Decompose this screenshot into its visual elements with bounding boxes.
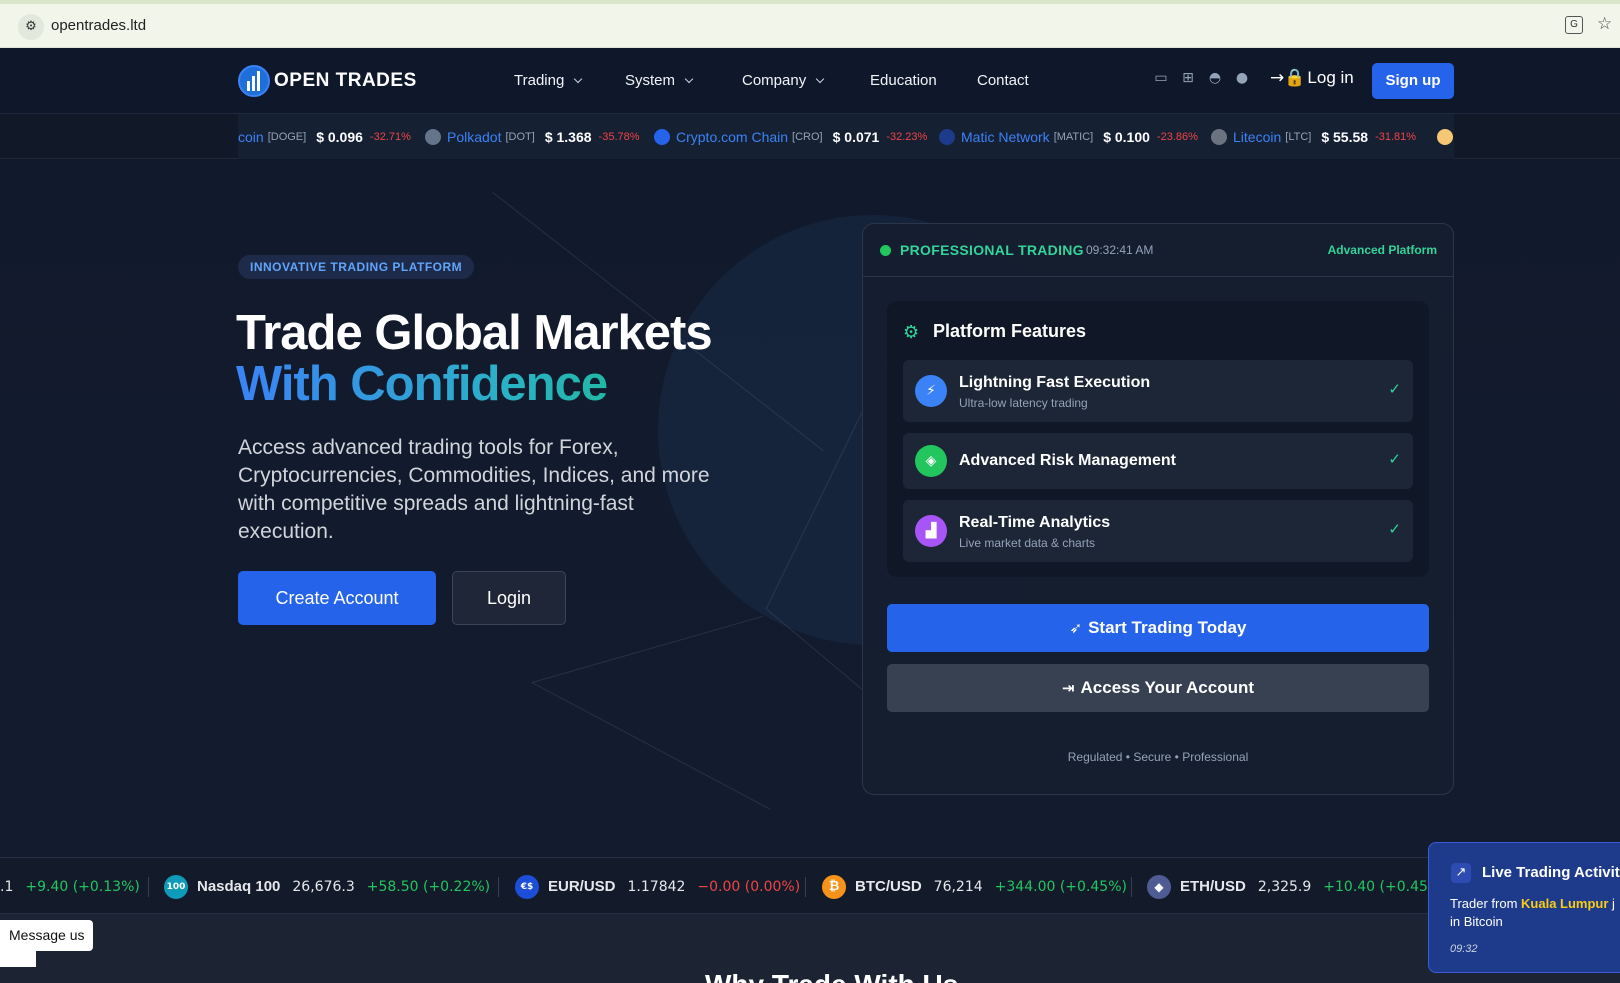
features-title: Platform Features (933, 321, 1087, 341)
cro-icon (654, 128, 670, 145)
section-heading: Why Trade With Us (705, 969, 958, 983)
ticker-divider (805, 877, 806, 897)
start-trading-button[interactable]: ➶ Start Trading Today (887, 604, 1429, 652)
ticker-item[interactable]: Crypto.com Chain [CRO] $ 0.071 -32.23% (654, 114, 927, 159)
nav-system[interactable]: System (625, 72, 694, 89)
ticker-divider (148, 877, 149, 897)
live-activity-time: 09:32 (1450, 943, 1478, 955)
ticker-item[interactable]: 100 Nasdaq 100 26,676.3 +58.50 (+0.22%) (164, 858, 490, 913)
bitcoin-icon: ₿ (822, 874, 846, 899)
site-info-icon[interactable]: ⚙ (18, 14, 44, 40)
check-icon: ✓ (1388, 450, 1401, 468)
decorative-line (531, 682, 771, 810)
crypto-ticker: coin [DOGE] $ 0.096 -32.71% Polkadot [DO… (0, 114, 1620, 159)
apple-icon[interactable]: ● (1233, 70, 1251, 86)
nav-company[interactable]: Company (742, 72, 825, 89)
login-lock-icon: →🔒 (1270, 68, 1306, 88)
access-account-button[interactable]: ⇥ Access Your Account (887, 664, 1429, 712)
windows-icon[interactable]: ⊞ (1179, 70, 1197, 86)
signup-button[interactable]: Sign up (1372, 63, 1454, 99)
live-activity-message: Trader from Kuala Lumpur j in Bitcoin (1450, 896, 1615, 929)
desktop-icon[interactable]: ▭ (1152, 70, 1170, 86)
translate-icon[interactable]: G (1565, 16, 1583, 34)
market-ticker: .1 +9.40 (+0.13%) 100 Nasdaq 100 26,676.… (0, 857, 1620, 914)
check-icon: ✓ (1388, 380, 1401, 398)
chevron-down-icon (815, 74, 825, 83)
address-url[interactable]: opentrades.ltd (51, 17, 146, 34)
rocket-icon: ➶ (1069, 619, 1083, 637)
browser-address-bar[interactable]: ⚙ opentrades.ltd G ☆ (0, 4, 1620, 48)
hero-description: Access advanced trading tools for Forex,… (238, 436, 710, 543)
ticker-item[interactable]: Litecoin [LTC] $ 55.58 -31.81% (1211, 114, 1416, 159)
hero-section: INNOVATIVE TRADING PLATFORM Trade Global… (0, 160, 1620, 857)
matic-icon (939, 128, 955, 145)
ticker-divider (1131, 877, 1132, 897)
panel-header: PROFESSIONAL TRADING 09:32:41 AM Advance… (863, 224, 1453, 277)
bolt-icon: ⚡ (915, 375, 947, 407)
gears-icon: ⚙ (903, 322, 920, 343)
crypto-ticker-track: coin [DOGE] $ 0.096 -32.71% Polkadot [DO… (238, 114, 1454, 159)
nav-contact[interactable]: Contact (977, 72, 1029, 89)
eur-usd-flag-icon: €$ (515, 874, 539, 899)
ethereum-icon: ◆ (1147, 874, 1171, 899)
ticker-item[interactable]: .1 +9.40 (+0.13%) (0, 858, 140, 913)
status-label: PROFESSIONAL TRADING (900, 242, 1084, 258)
polkadot-icon (425, 128, 441, 145)
shield-icon: ◈ (915, 445, 947, 477)
features-card: ⚙ Platform Features ⚡ Lightning Fast Exe… (887, 301, 1429, 577)
feature-item: ◈ Advanced Risk Management ✓ (903, 433, 1413, 489)
trading-panel: PROFESSIONAL TRADING 09:32:41 AM Advance… (862, 223, 1454, 795)
hero-title-line1: Trade Global Markets (236, 306, 713, 360)
ticker-item[interactable]: Matic Network [MATIC] $ 0.100 -23.86% (939, 114, 1198, 159)
live-status-dot (880, 245, 891, 256)
chevron-down-icon (684, 74, 694, 83)
nasdaq-icon: 100 (164, 874, 188, 899)
nav-education[interactable]: Education (870, 72, 937, 89)
chevron-down-icon (574, 74, 583, 83)
live-activity-toast[interactable]: ↗ Live Trading Activity Trader from Kual… (1428, 842, 1620, 973)
litecoin-icon (1211, 128, 1227, 145)
logo-icon (238, 65, 270, 97)
ticker-item[interactable]: coin [DOGE] $ 0.096 -32.71% (238, 114, 411, 159)
ticker-item[interactable]: ◆ ETH/USD 2,325.9 +10.40 (+0.45%) (1147, 858, 1447, 913)
brand-name: OPEN TRADES (274, 70, 417, 91)
chart-line-icon: ↗ (1451, 863, 1471, 883)
bookmark-star-icon[interactable]: ☆ (1597, 14, 1612, 34)
chat-widget-tab[interactable] (0, 951, 36, 967)
feature-item: ⚡ Lightning Fast Execution Ultra-low lat… (903, 360, 1413, 422)
clock-time: 09:32:41 AM (1086, 243, 1154, 257)
brand-logo[interactable]: OPEN TRADES (238, 64, 417, 98)
ticker-item-partial[interactable] (1437, 114, 1454, 159)
check-icon: ✓ (1388, 520, 1401, 538)
platform-icons: ▭ ⊞ ◓ ● (1152, 70, 1260, 86)
chart-icon: ▟ (915, 515, 947, 547)
nav-trading[interactable]: Trading (514, 72, 583, 89)
sign-in-icon: ⇥ (1061, 679, 1075, 697)
platform-label: Advanced Platform (1327, 243, 1437, 257)
ticker-divider (498, 877, 499, 897)
hero-badge: INNOVATIVE TRADING PLATFORM (238, 255, 475, 279)
login-link[interactable]: →🔒 Log in (1270, 68, 1354, 88)
message-us-button[interactable]: Message us (0, 920, 94, 951)
ticker-item[interactable]: Polkadot [DOT] $ 1.368 -35.78% (425, 114, 640, 159)
decorative-line (532, 615, 763, 683)
hero-title-line2: With Confidence (236, 357, 608, 411)
feature-item: ▟ Real-Time Analytics Live market data &… (903, 500, 1413, 562)
site-header: OPEN TRADES Trading System Company Educa… (0, 48, 1620, 114)
coin-icon (1437, 128, 1453, 145)
panel-footer-note: Regulated • Secure • Professional (1067, 750, 1249, 764)
ticker-item[interactable]: ₿ BTC/USD 76,214 +344.00 (+0.45%) (822, 858, 1127, 913)
live-activity-title: Live Trading Activity (1482, 864, 1620, 881)
why-section: Why Trade With Us (0, 914, 1620, 983)
create-account-button[interactable]: Create Account (238, 571, 436, 625)
ticker-item[interactable]: €$ EUR/USD 1.17842 −0.00 (0.00%) (515, 858, 800, 913)
login-button[interactable]: Login (452, 571, 566, 625)
android-icon[interactable]: ◓ (1206, 70, 1224, 86)
